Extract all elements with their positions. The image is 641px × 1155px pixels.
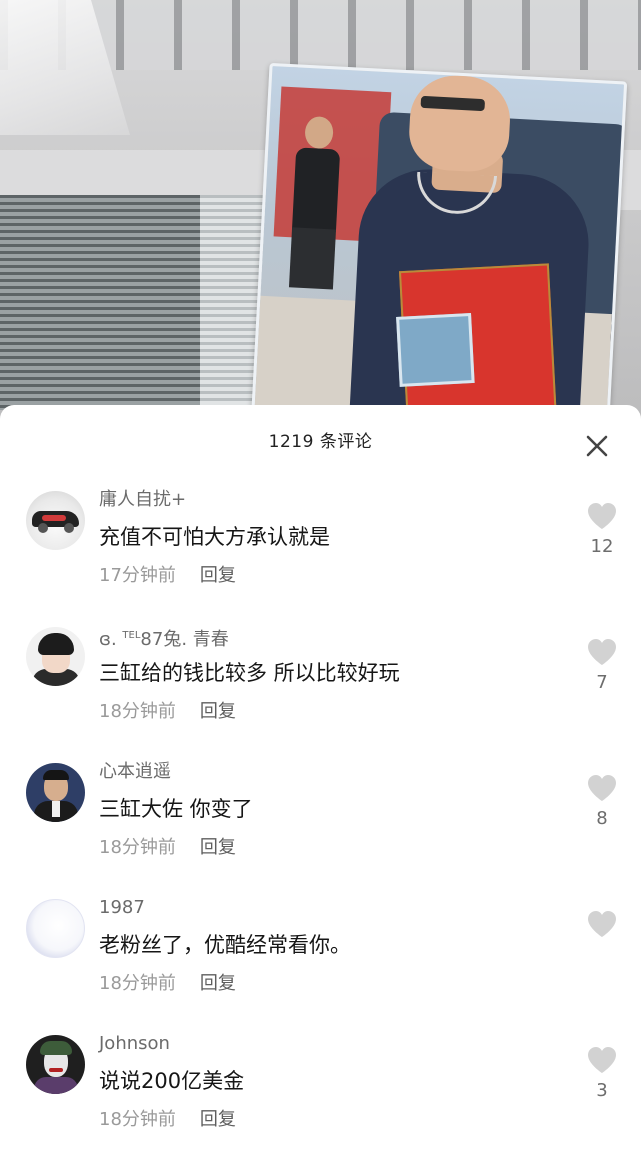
comment-time: 18分钟前: [99, 837, 176, 858]
comment-username[interactable]: Johnson: [99, 1031, 559, 1057]
close-icon: [586, 435, 608, 457]
comment-text: 老粉丝了，优酷经常看你。: [99, 933, 351, 957]
comment-meta: 17分钟前 回复: [99, 563, 559, 589]
comment-item: 心本逍遥 三缸大佐 你变了 18分钟前 回复 8: [0, 753, 641, 889]
video-background[interactable]: [0, 0, 641, 420]
comment-text: 三缸大佐 你变了: [99, 797, 253, 821]
comment-item: Johnson 说说200亿美金 18分钟前 回复 3: [0, 1025, 641, 1155]
comment-meta: 18分钟前 回复: [99, 699, 559, 725]
user-avatar[interactable]: [26, 491, 85, 550]
comment-count-title: 1219 条评论: [268, 432, 373, 452]
heart-icon: [588, 911, 616, 937]
comment-username[interactable]: 1987: [99, 895, 559, 921]
heart-icon: [588, 1047, 616, 1073]
like-count: 3: [596, 1080, 608, 1101]
comment-time: 18分钟前: [99, 1109, 176, 1130]
window-blinds: [0, 195, 272, 410]
heart-icon: [588, 639, 616, 665]
reply-button[interactable]: 回复: [200, 565, 236, 586]
comment-username[interactable]: 庸人自扰+: [99, 487, 559, 513]
video-frame-photo: [250, 62, 628, 420]
comment-item: 庸人自扰+ 充值不可怕大方承认就是 17分钟前 回复 12: [0, 481, 641, 617]
comment-username[interactable]: ɞ. TEL87兔. 青春: [99, 623, 559, 650]
like-count: 7: [596, 672, 608, 693]
comment-text: 三缸给的钱比较多 所以比较好玩: [99, 661, 400, 685]
comments-sheet: 1219 条评论 庸人自扰+ 充值不可怕大方承认就是 17分钟前 回复 12 ɞ…: [0, 405, 641, 1155]
user-avatar[interactable]: [26, 627, 85, 686]
comment-time: 18分钟前: [99, 701, 176, 722]
comment-text: 充值不可怕大方承认就是: [99, 525, 330, 549]
like-button[interactable]: 8: [584, 773, 620, 831]
comment-meta: 18分钟前 回复: [99, 971, 559, 997]
comment-item: ɞ. TEL87兔. 青春 三缸给的钱比较多 所以比较好玩 18分钟前 回复 7: [0, 617, 641, 753]
like-button[interactable]: 7: [584, 637, 620, 695]
heart-icon: [588, 775, 616, 801]
like-button[interactable]: 12: [584, 501, 620, 559]
like-count: 12: [590, 536, 614, 557]
like-count: 8: [596, 808, 608, 829]
user-avatar[interactable]: [26, 763, 85, 822]
comment-meta: 18分钟前 回复: [99, 835, 559, 861]
reply-button[interactable]: 回复: [200, 1109, 236, 1130]
comment-text: 说说200亿美金: [99, 1069, 245, 1093]
reply-button[interactable]: 回复: [200, 701, 236, 722]
like-button[interactable]: [584, 909, 620, 967]
comment-username[interactable]: 心本逍遥: [99, 759, 559, 785]
user-avatar[interactable]: [26, 1035, 85, 1094]
comment-list: 庸人自扰+ 充值不可怕大方承认就是 17分钟前 回复 12 ɞ. TEL87兔.…: [0, 481, 641, 1155]
like-count: [584, 943, 620, 967]
comment-item: 1987 老粉丝了，优酷经常看你。 18分钟前 回复: [0, 889, 641, 1025]
reply-button[interactable]: 回复: [200, 973, 236, 994]
comments-header: 1219 条评论: [0, 405, 641, 471]
like-button[interactable]: 3: [584, 1045, 620, 1103]
comment-time: 17分钟前: [99, 565, 176, 586]
comment-meta: 18分钟前 回复: [99, 1107, 559, 1133]
heart-icon: [588, 503, 616, 529]
reply-button[interactable]: 回复: [200, 837, 236, 858]
user-avatar[interactable]: [26, 899, 85, 958]
close-button[interactable]: [582, 431, 612, 461]
comment-time: 18分钟前: [99, 973, 176, 994]
